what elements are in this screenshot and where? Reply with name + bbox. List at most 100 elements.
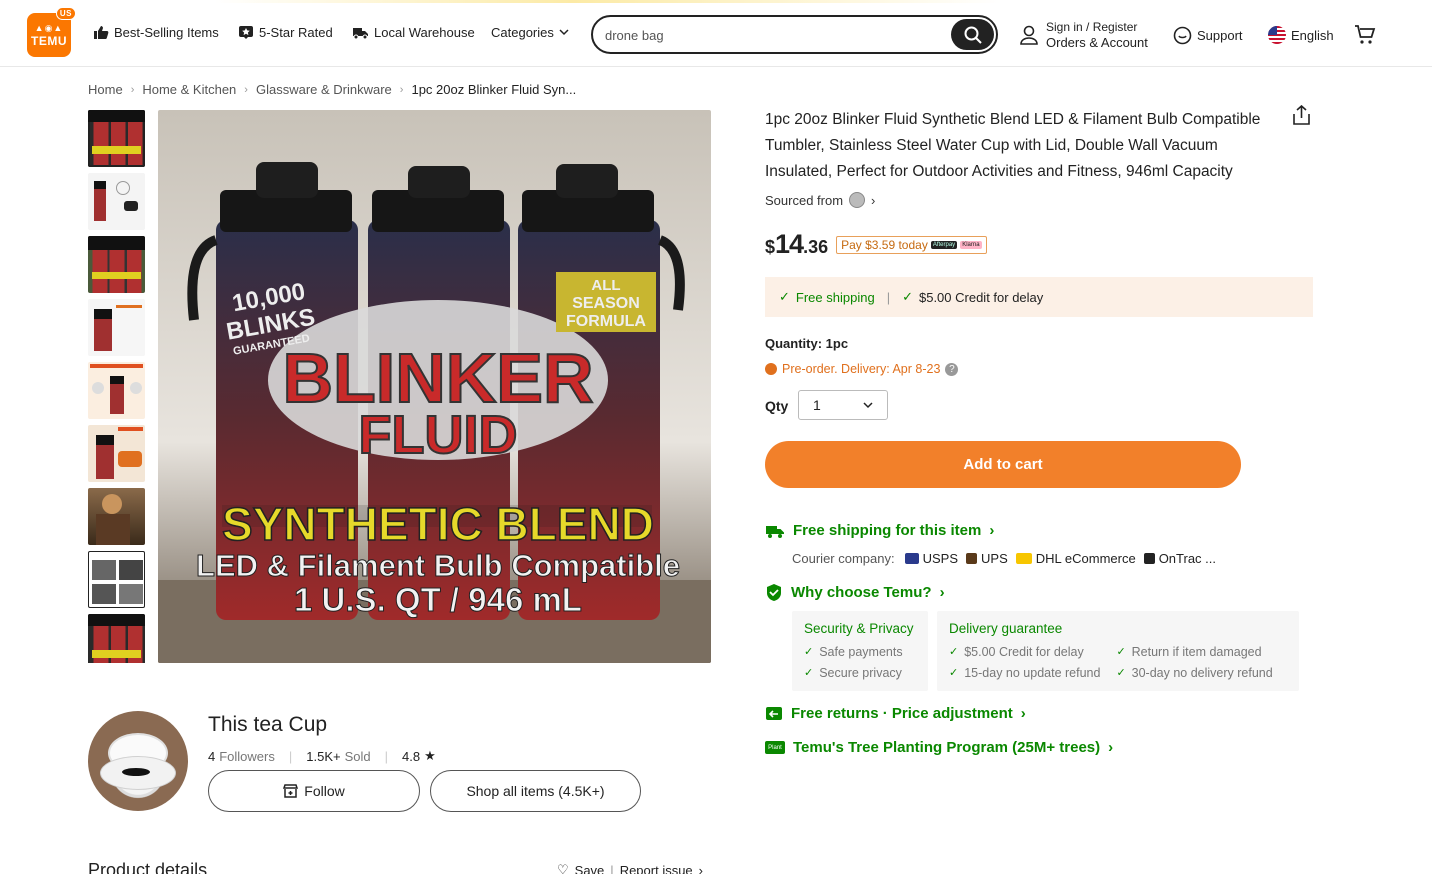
region-badge: US <box>55 7 76 20</box>
breadcrumb-glassware[interactable]: Glassware & Drinkware <box>256 82 392 97</box>
nav-best-selling[interactable]: Best-Selling Items <box>93 25 219 40</box>
store-name[interactable]: This tea Cup <box>208 713 327 737</box>
dhl-logo-icon <box>1015 553 1032 564</box>
tree-planting-link[interactable]: Plant Temu's Tree Planting Program (25M+… <box>765 739 1113 756</box>
breadcrumb-home[interactable]: Home <box>88 82 123 97</box>
qty-value: 1 <box>813 397 821 413</box>
thumbnail[interactable] <box>88 173 145 230</box>
qty-select[interactable]: 1 <box>798 390 888 420</box>
thumbs-up-icon <box>94 26 109 39</box>
product-main-image[interactable]: 10,000 BLINKS GUARANTEED ALL SEASON FORM… <box>158 110 711 663</box>
check-icon: ✓ <box>949 667 959 679</box>
thumbnail[interactable] <box>88 425 145 482</box>
follow-button[interactable]: Follow <box>208 770 420 812</box>
nav-best-selling-label: Best-Selling Items <box>114 25 219 40</box>
chevron-right-icon: › <box>1108 739 1114 756</box>
store-avatar[interactable] <box>88 711 188 811</box>
sourced-from-label: Sourced from <box>765 192 844 208</box>
thumbnail[interactable] <box>88 551 145 608</box>
thumbnail[interactable] <box>88 488 145 545</box>
followers-label: Followers <box>219 748 275 764</box>
truck-icon <box>766 525 784 538</box>
truck-icon <box>353 28 368 40</box>
delivery-item: ✓ 30-day no delivery refund <box>1116 663 1272 684</box>
product-details-title: Product details <box>88 860 208 874</box>
shop-all-label: Shop all items (4.5K+) <box>466 783 605 799</box>
chevron-right-icon: › <box>698 862 704 874</box>
delivery-guarantee-box[interactable]: Delivery guarantee ✓ $5.00 Credit for del… <box>937 611 1299 691</box>
plant-badge-icon: Plant <box>765 741 785 754</box>
nav-categories[interactable]: Categories <box>491 25 569 40</box>
cart-button[interactable] <box>1354 24 1376 45</box>
store-stats: 4 Followers | 1.5K+ Sold | 4.8 ★ <box>208 748 436 764</box>
account-text: Sign in / Register Orders & Account <box>1046 20 1148 50</box>
delivery-item: ✓ Return if item damaged <box>1116 642 1272 663</box>
security-item-label: Secure privacy <box>819 666 902 680</box>
language-selector[interactable]: English <box>1268 26 1334 44</box>
why-choose-link[interactable]: Why choose Temu? › <box>765 583 945 602</box>
quantity-info: Quantity: 1pc <box>765 336 849 351</box>
nav-local-warehouse[interactable]: Local Warehouse <box>352 25 475 40</box>
why-choose-label: Why choose Temu? <box>791 584 932 601</box>
courier-label: Courier company: <box>792 551 895 566</box>
store-rating: 4.8 <box>402 748 421 764</box>
thumbnail[interactable] <box>88 299 145 356</box>
klarna-logo: Klarna <box>960 241 982 249</box>
add-to-cart-label: Add to cart <box>963 456 1043 473</box>
nav-five-star[interactable]: 5-Star Rated <box>238 25 333 40</box>
shop-all-button[interactable]: Shop all items (4.5K+) <box>430 770 641 812</box>
thumbnail[interactable] <box>88 614 145 663</box>
pay-later-tag[interactable]: Pay $3.59 today Afterpay Klarna <box>836 236 987 254</box>
search-input[interactable] <box>605 25 935 45</box>
security-title: Security & Privacy <box>804 621 914 636</box>
account-line2: Orders & Account <box>1046 35 1148 50</box>
share-button[interactable] <box>1292 104 1311 131</box>
save-link[interactable]: Save <box>575 863 605 874</box>
free-returns-link[interactable]: Free returns · Price adjustment › <box>765 705 1026 722</box>
check-icon: ✓ <box>804 646 814 658</box>
divider: | <box>886 289 891 305</box>
image-text: SYNTHETIC BLEND <box>222 498 654 550</box>
report-issue-link[interactable]: Report issue <box>620 863 693 874</box>
security-item: ✓ Secure privacy <box>804 663 916 684</box>
breadcrumb-home-kitchen[interactable]: Home & Kitchen <box>142 82 236 97</box>
image-text: 1 U.S. QT / 946 mL <box>294 581 582 618</box>
add-to-cart-button[interactable]: Add to cart <box>765 441 1241 488</box>
thumbnail[interactable] <box>88 362 145 419</box>
thumbnail[interactable] <box>88 236 145 293</box>
qty-label: Qty <box>765 398 789 414</box>
sold-label: Sold <box>344 748 371 764</box>
help-icon[interactable]: ? <box>945 362 959 376</box>
loading-bar <box>0 0 1432 3</box>
delivery-item-label: Return if item damaged <box>1131 645 1262 659</box>
search-button[interactable] <box>951 19 994 50</box>
pay-today-label: Pay $3.59 today <box>841 238 928 252</box>
free-shipping-item-link[interactable]: Free shipping for this item › <box>765 522 994 539</box>
product-title: 1pc 20oz Blinker Fluid Synthetic Blend L… <box>765 111 1261 180</box>
thumbnail[interactable] <box>88 110 145 167</box>
heart-icon[interactable]: ♡ <box>557 862 569 874</box>
support-link[interactable]: Support <box>1173 26 1243 45</box>
check-icon: ✓ <box>804 667 814 679</box>
chevron-right-icon: › <box>1020 705 1026 722</box>
security-privacy-box[interactable]: Security & Privacy ✓ Safe payments ✓ Secur… <box>792 611 928 691</box>
chevron-right-icon: › <box>989 522 995 539</box>
free-shipping-label: Free shipping <box>795 289 875 305</box>
details-actions: ♡ Save | Report issue › <box>557 862 703 874</box>
breadcrumb-separator-icon: › <box>399 83 404 96</box>
breadcrumb-separator-icon: › <box>244 83 248 96</box>
temu-logo[interactable]: ▲◉▲ TEMU US <box>27 7 76 57</box>
courier-ups: UPS <box>981 551 1008 566</box>
sold-count: 1.5K+ <box>306 748 341 764</box>
shield-check-icon <box>767 584 781 601</box>
account-menu[interactable]: Sign in / Register Orders & Account <box>1020 20 1148 50</box>
price-decimal: .36 <box>803 237 829 257</box>
breadcrumb-separator-icon: › <box>130 83 135 96</box>
sourced-from[interactable]: Sourced from › <box>765 192 875 208</box>
price-currency: $ <box>765 237 776 257</box>
usps-logo-icon <box>904 553 919 564</box>
image-text: SEASON <box>572 295 640 312</box>
nav-five-star-label: 5-Star Rated <box>259 25 333 40</box>
support-chat-icon <box>1173 26 1192 45</box>
account-line1: Sign in / Register <box>1046 20 1138 34</box>
